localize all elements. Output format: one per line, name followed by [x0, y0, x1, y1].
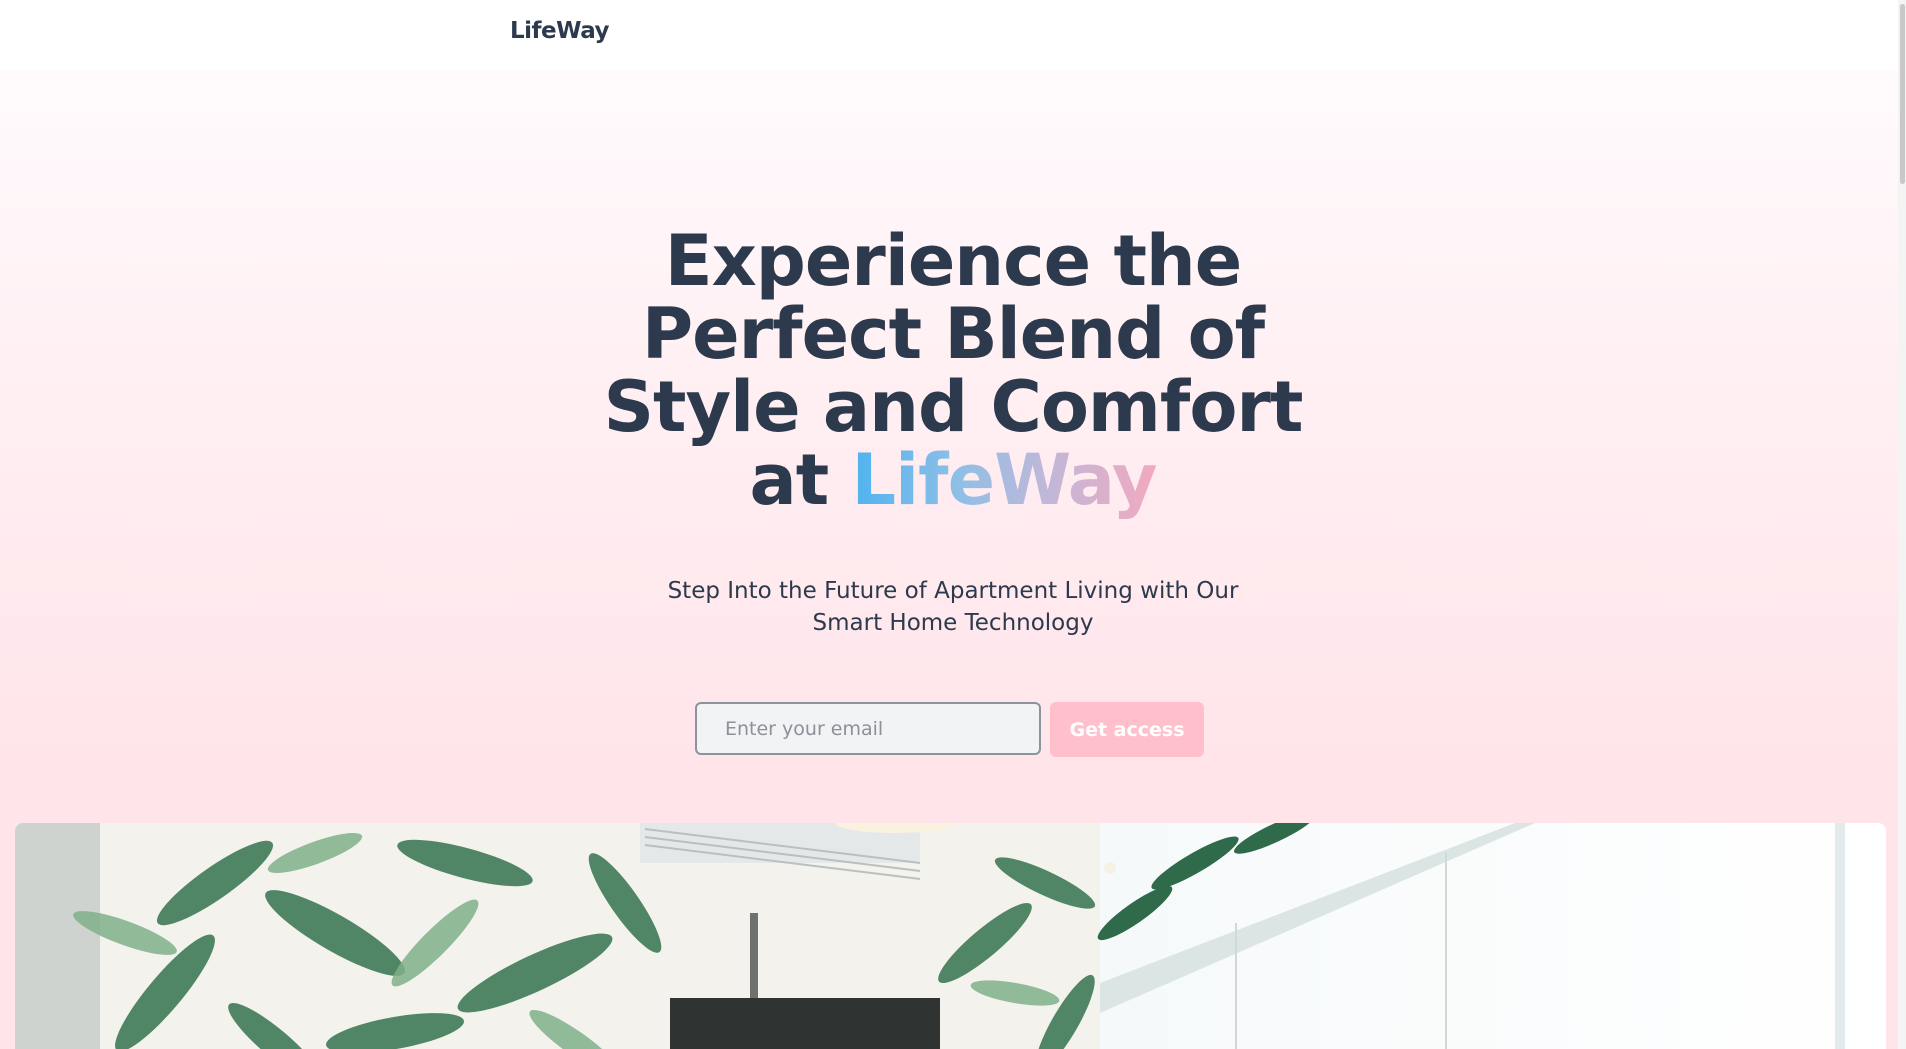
headline-line-3: Style and Comfort: [603, 366, 1304, 448]
landing-page: LifeWay Experience the Perfect Blend of …: [0, 0, 1906, 1049]
hero-section: Experience the Perfect Blend of Style an…: [0, 225, 1906, 517]
get-access-button[interactable]: Get access: [1050, 702, 1204, 757]
hero-headline: Experience the Perfect Blend of Style an…: [603, 225, 1304, 517]
hero-subheadline-wrap: Step Into the Future of Apartment Living…: [0, 575, 1906, 639]
apartment-photo: [15, 823, 1886, 1049]
top-navbar: LifeWay: [0, 0, 1906, 70]
headline-line-4-prefix: at: [749, 439, 829, 521]
headline-line-2: Perfect Blend of: [641, 293, 1265, 375]
headline-brand: LifeWay: [851, 439, 1158, 521]
hero-image: [15, 823, 1886, 1049]
logo[interactable]: LifeWay: [510, 18, 610, 44]
hero-subheadline: Step Into the Future of Apartment Living…: [667, 578, 1239, 636]
email-input[interactable]: [695, 702, 1041, 755]
signup-form: Get access: [695, 702, 1204, 757]
headline-line-1: Experience the: [664, 220, 1242, 302]
scrollbar-thumb[interactable]: [1900, 4, 1905, 184]
vertical-scrollbar[interactable]: [1898, 0, 1906, 1049]
